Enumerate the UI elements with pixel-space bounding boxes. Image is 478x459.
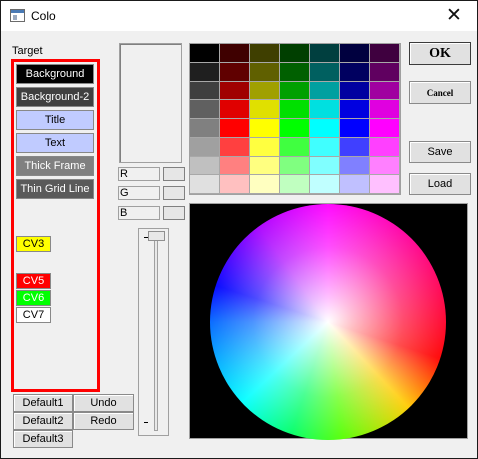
- palette-swatch[interactable]: [370, 62, 400, 82]
- palette-swatch[interactable]: [370, 44, 400, 63]
- slider-bottom-mark: [144, 422, 148, 423]
- default2-button[interactable]: Default2: [13, 412, 73, 430]
- g-label: G: [118, 186, 160, 200]
- palette-swatch[interactable]: [340, 62, 370, 82]
- palette-swatch[interactable]: [250, 81, 280, 101]
- palette-swatch[interactable]: [370, 156, 400, 176]
- color-wheel-panel: [189, 203, 468, 440]
- custom-color-cv5[interactable]: CV5: [16, 273, 51, 289]
- custom-color-cv7[interactable]: CV7: [16, 307, 51, 323]
- target-item-thick-frame[interactable]: Thick Frame: [16, 156, 94, 176]
- custom-color-cv6[interactable]: CV6: [16, 290, 51, 306]
- b-value-box[interactable]: [163, 206, 185, 220]
- palette-swatch[interactable]: [220, 119, 250, 138]
- slider-thumb[interactable]: [148, 231, 165, 241]
- palette-swatch[interactable]: [310, 119, 340, 138]
- palette-swatch[interactable]: [280, 81, 310, 101]
- palette-swatch[interactable]: [340, 156, 370, 176]
- palette-swatch[interactable]: [220, 44, 250, 63]
- palette-swatch[interactable]: [190, 81, 220, 101]
- palette-swatch[interactable]: [280, 137, 310, 157]
- dialog-client-area: Target Background Background-2 Title Text Th…: [1, 31, 477, 458]
- cancel-button[interactable]: Cancel: [409, 81, 471, 104]
- target-item-background[interactable]: Background: [16, 64, 94, 84]
- save-button[interactable]: Save: [409, 141, 471, 163]
- palette-swatch[interactable]: [220, 100, 250, 119]
- palette-swatch[interactable]: [250, 62, 280, 82]
- palette-swatch[interactable]: [190, 44, 220, 63]
- palette-swatch[interactable]: [220, 137, 250, 157]
- g-value-box[interactable]: [163, 186, 185, 200]
- palette-swatch[interactable]: [250, 156, 280, 176]
- color-palette-grid[interactable]: [189, 43, 401, 195]
- default1-button[interactable]: Default1: [13, 394, 73, 412]
- palette-swatch[interactable]: [310, 81, 340, 101]
- palette-swatch[interactable]: [340, 44, 370, 63]
- color-dialog-window: Colo ✕ Target Background Background-2 Titl…: [0, 0, 478, 459]
- palette-swatch[interactable]: [190, 62, 220, 82]
- color-preview: [119, 43, 182, 163]
- r-value-box[interactable]: [163, 167, 185, 181]
- palette-swatch[interactable]: [280, 44, 310, 63]
- undo-button[interactable]: Undo: [73, 394, 134, 412]
- palette-swatch[interactable]: [310, 44, 340, 63]
- target-item-background-2[interactable]: Background-2: [16, 87, 94, 107]
- b-label: B: [118, 206, 160, 220]
- palette-swatch[interactable]: [280, 175, 310, 194]
- brightness-slider[interactable]: [138, 228, 169, 436]
- palette-swatch[interactable]: [220, 175, 250, 194]
- palette-swatch[interactable]: [190, 156, 220, 176]
- default3-button[interactable]: Default3: [13, 430, 73, 448]
- palette-swatch[interactable]: [190, 100, 220, 119]
- palette-swatch[interactable]: [310, 156, 340, 176]
- palette-swatch[interactable]: [190, 175, 220, 194]
- palette-swatch[interactable]: [220, 62, 250, 82]
- palette-swatch[interactable]: [250, 175, 280, 194]
- target-label: Target: [12, 45, 43, 57]
- palette-swatch[interactable]: [340, 119, 370, 138]
- target-item-title[interactable]: Title: [16, 110, 94, 130]
- palette-swatch[interactable]: [280, 62, 310, 82]
- load-button[interactable]: Load: [409, 173, 471, 195]
- palette-swatch[interactable]: [340, 137, 370, 157]
- palette-swatch[interactable]: [310, 62, 340, 82]
- palette-swatch[interactable]: [340, 100, 370, 119]
- palette-swatch[interactable]: [370, 137, 400, 157]
- palette-swatch[interactable]: [370, 81, 400, 101]
- slider-groove: [154, 235, 158, 431]
- palette-swatch[interactable]: [250, 100, 280, 119]
- palette-swatch[interactable]: [280, 119, 310, 138]
- palette-swatch[interactable]: [220, 156, 250, 176]
- palette-swatch[interactable]: [370, 100, 400, 119]
- window-title: Colo: [31, 9, 56, 23]
- r-label: R: [118, 167, 160, 181]
- target-item-text[interactable]: Text: [16, 133, 94, 153]
- palette-swatch[interactable]: [280, 156, 310, 176]
- palette-swatch[interactable]: [250, 119, 280, 138]
- palette-swatch[interactable]: [310, 137, 340, 157]
- target-item-thin-grid-line[interactable]: Thin Grid Line: [16, 179, 94, 199]
- palette-swatch[interactable]: [340, 175, 370, 194]
- ok-button[interactable]: OK: [409, 42, 471, 65]
- palette-swatch[interactable]: [280, 100, 310, 119]
- palette-swatch[interactable]: [370, 119, 400, 138]
- color-wheel-saturation: [210, 204, 446, 440]
- palette-swatch[interactable]: [310, 100, 340, 119]
- close-icon[interactable]: ✕: [431, 1, 477, 31]
- palette-swatch[interactable]: [190, 137, 220, 157]
- palette-swatch[interactable]: [250, 137, 280, 157]
- custom-color-cv3[interactable]: CV3: [16, 236, 51, 252]
- palette-swatch[interactable]: [190, 119, 220, 138]
- palette-swatch[interactable]: [220, 81, 250, 101]
- app-window-icon: [10, 9, 25, 22]
- palette-swatch[interactable]: [370, 175, 400, 194]
- palette-swatch[interactable]: [310, 175, 340, 194]
- redo-button[interactable]: Redo: [73, 412, 134, 430]
- palette-swatch[interactable]: [250, 44, 280, 63]
- title-bar: Colo ✕: [1, 1, 477, 31]
- palette-swatch[interactable]: [340, 81, 370, 101]
- target-selection-highlight: [11, 59, 100, 392]
